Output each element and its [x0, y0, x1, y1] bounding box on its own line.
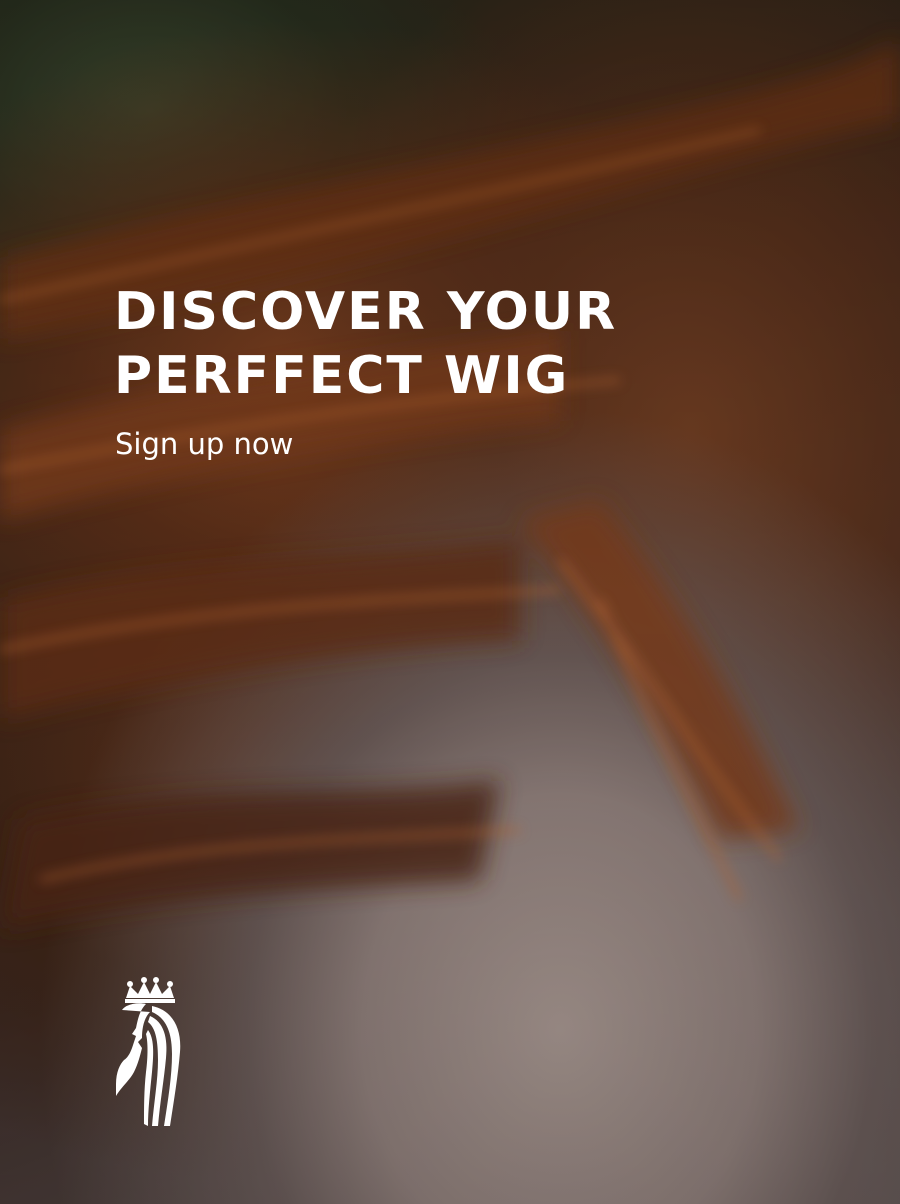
queen-logo-icon	[116, 977, 181, 1126]
headline-line-1: DISCOVER YOUR	[114, 282, 618, 342]
sign-up-link[interactable]: Sign up now	[115, 422, 293, 466]
hero-headline: DISCOVER YOUR PERFFECT WIG	[114, 280, 634, 408]
headline-line-2: PERFFECT WIG	[114, 346, 570, 406]
promo-screen: DISCOVER YOUR PERFFECT WIG Sign up now	[0, 0, 900, 1204]
